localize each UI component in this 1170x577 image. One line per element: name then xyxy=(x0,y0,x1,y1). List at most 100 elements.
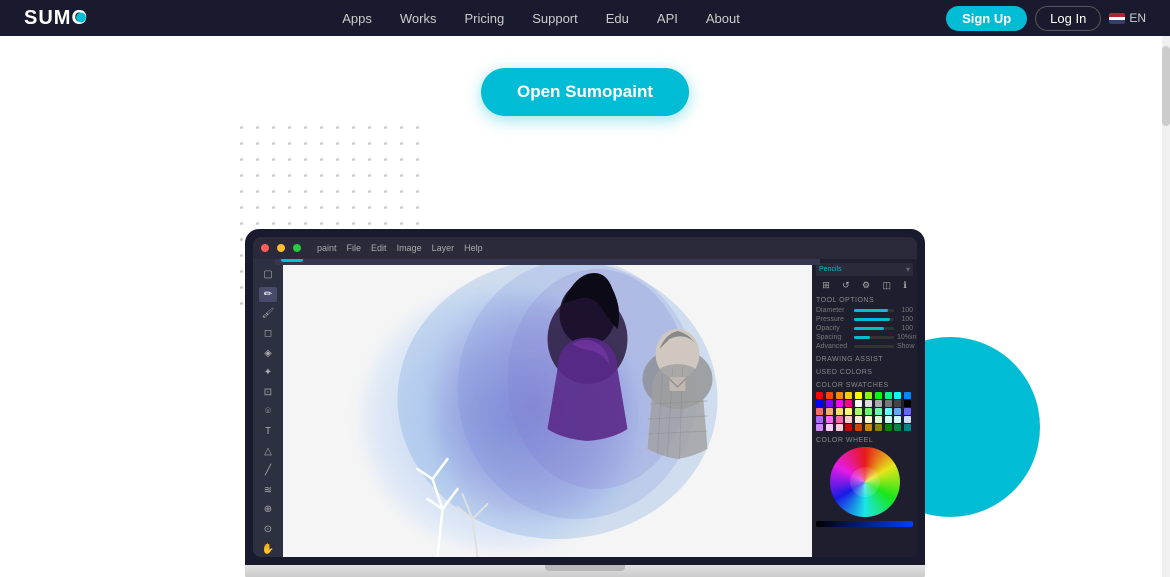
zoom-tool[interactable]: ⊙ xyxy=(259,522,277,538)
color-swatch[interactable] xyxy=(836,408,843,415)
language-selector[interactable]: EN xyxy=(1109,11,1146,25)
color-swatch[interactable] xyxy=(836,400,843,407)
menu-edit[interactable]: Edit xyxy=(371,243,387,253)
color-swatch[interactable] xyxy=(845,400,852,407)
slider-track-1[interactable] xyxy=(854,318,894,321)
color-swatch[interactable] xyxy=(894,408,901,415)
color-swatch[interactable] xyxy=(875,416,882,423)
lasso-tool[interactable]: ⌾ xyxy=(259,404,277,420)
color-swatch[interactable] xyxy=(845,416,852,423)
cursor-tool[interactable]: ▢ xyxy=(259,267,277,283)
color-swatch[interactable] xyxy=(826,408,833,415)
color-swatch[interactable] xyxy=(855,408,862,415)
color-swatch[interactable] xyxy=(894,416,901,423)
nav-works[interactable]: Works xyxy=(400,11,437,26)
dot xyxy=(256,126,259,129)
color-swatch[interactable] xyxy=(836,392,843,399)
nav-api[interactable]: API xyxy=(657,11,678,26)
color-swatch[interactable] xyxy=(816,408,823,415)
history-icon[interactable]: ↺ xyxy=(842,280,850,291)
color-swatch[interactable] xyxy=(904,416,911,423)
color-swatch[interactable] xyxy=(885,408,892,415)
color-swatch[interactable] xyxy=(885,424,892,431)
color-swatch[interactable] xyxy=(875,392,882,399)
color-swatch[interactable] xyxy=(904,392,911,399)
page-scrollbar[interactable] xyxy=(1162,36,1170,577)
menu-paint[interactable]: paint xyxy=(317,243,337,253)
color-swatch[interactable] xyxy=(855,400,862,407)
view-icon[interactable]: ◫ xyxy=(882,280,891,291)
menu-file[interactable]: File xyxy=(347,243,362,253)
nav-apps[interactable]: Apps xyxy=(342,11,372,26)
slider-track-3[interactable] xyxy=(854,336,894,339)
color-swatch[interactable] xyxy=(845,408,852,415)
menu-help[interactable]: Help xyxy=(464,243,483,253)
signup-button[interactable]: Sign Up xyxy=(946,6,1027,31)
color-swatch[interactable] xyxy=(885,392,892,399)
color-bar[interactable] xyxy=(816,521,913,527)
info-icon[interactable]: ℹ xyxy=(903,280,906,291)
color-swatch[interactable] xyxy=(845,392,852,399)
color-swatch[interactable] xyxy=(826,400,833,407)
color-swatch[interactable] xyxy=(816,424,823,431)
color-swatch[interactable] xyxy=(855,392,862,399)
login-button[interactable]: Log In xyxy=(1035,6,1101,31)
color-swatch[interactable] xyxy=(855,424,862,431)
color-swatch[interactable] xyxy=(845,424,852,431)
color-swatch[interactable] xyxy=(894,392,901,399)
shape-tool[interactable]: △ xyxy=(259,443,277,459)
hand-tool[interactable]: ✋ xyxy=(259,541,277,557)
eyedropper-tool[interactable]: ✦ xyxy=(259,365,277,381)
color-swatch[interactable] xyxy=(826,392,833,399)
text-tool[interactable]: T xyxy=(259,424,277,440)
color-swatch[interactable] xyxy=(875,424,882,431)
slider-track-4[interactable] xyxy=(854,345,894,348)
color-swatch[interactable] xyxy=(865,408,872,415)
color-swatch[interactable] xyxy=(816,400,823,407)
color-swatch[interactable] xyxy=(836,424,843,431)
nav-edu[interactable]: Edu xyxy=(606,11,629,26)
brush-tool[interactable]: 🖌 xyxy=(259,306,277,322)
settings-panel-icon[interactable]: ⚙ xyxy=(862,280,870,291)
color-swatch[interactable] xyxy=(865,400,872,407)
color-swatch[interactable] xyxy=(875,408,882,415)
color-swatch[interactable] xyxy=(885,400,892,407)
color-swatch[interactable] xyxy=(826,416,833,423)
layer-icon[interactable]: ⊞ xyxy=(822,280,830,291)
color-swatch[interactable] xyxy=(875,400,882,407)
fill-tool[interactable]: ◈ xyxy=(259,345,277,361)
color-swatch[interactable] xyxy=(865,424,872,431)
color-swatch[interactable] xyxy=(855,416,862,423)
color-swatch[interactable] xyxy=(865,392,872,399)
clone-tool[interactable]: ⊕ xyxy=(259,502,277,518)
smudge-tool[interactable]: ≋ xyxy=(259,483,277,499)
nav-support[interactable]: Support xyxy=(532,11,578,26)
pencil-tool[interactable]: ✏ xyxy=(259,287,277,303)
color-swatch[interactable] xyxy=(865,416,872,423)
line-tool[interactable]: ╱ xyxy=(259,463,277,479)
color-swatch[interactable] xyxy=(894,424,901,431)
color-swatch[interactable] xyxy=(904,408,911,415)
open-sumopaint-button[interactable]: Open Sumopaint xyxy=(481,68,689,116)
color-swatch[interactable] xyxy=(904,424,911,431)
color-swatch[interactable] xyxy=(885,416,892,423)
slider-value-4: Show xyxy=(897,343,913,350)
slider-track-0[interactable] xyxy=(854,309,894,312)
color-swatch[interactable] xyxy=(816,392,823,399)
brush-type-label[interactable]: Pencils xyxy=(819,266,842,273)
color-swatch[interactable] xyxy=(826,424,833,431)
color-wheel[interactable] xyxy=(830,447,900,517)
color-swatch[interactable] xyxy=(816,416,823,423)
color-swatch[interactable] xyxy=(904,400,911,407)
nav-about[interactable]: About xyxy=(706,11,740,26)
color-swatch[interactable] xyxy=(894,400,901,407)
menu-layer[interactable]: Layer xyxy=(432,243,455,253)
menu-image[interactable]: Image xyxy=(397,243,422,253)
color-swatch[interactable] xyxy=(836,416,843,423)
panel-expand-icon[interactable]: ▾ xyxy=(906,265,910,274)
slider-track-2[interactable] xyxy=(854,327,894,330)
nav-links: Apps Works Pricing Support Edu API About xyxy=(136,11,946,26)
nav-pricing[interactable]: Pricing xyxy=(464,11,504,26)
eraser-tool[interactable]: ◻ xyxy=(259,326,277,342)
select-tool[interactable]: ⊡ xyxy=(259,385,277,401)
